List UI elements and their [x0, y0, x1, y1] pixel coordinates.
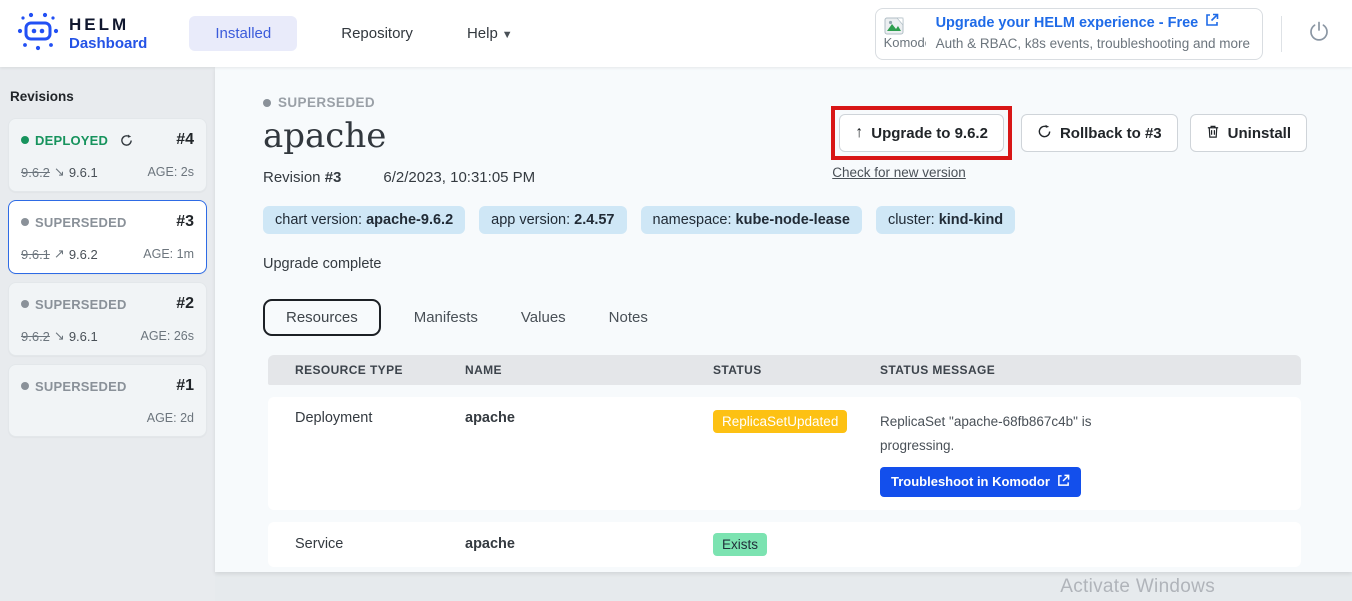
- col-status-message: STATUS MESSAGE: [880, 355, 1301, 385]
- revision-age: AGE: 26s: [141, 329, 195, 343]
- banner-subtitle: Auth & RBAC, k8s events, troubleshooting…: [936, 34, 1250, 54]
- revision-card-3[interactable]: SUPERSEDED #3 9.6.1 ↗ 9.6.2 AGE: 1m: [8, 200, 207, 274]
- revision-number: #4: [176, 131, 194, 149]
- revision-age: AGE: 2d: [147, 411, 194, 425]
- revisions-heading: Revisions: [10, 89, 207, 104]
- resource-name: apache: [465, 536, 713, 552]
- release-actions: ↑ Upgrade to 9.6.2 Check for new version…: [831, 106, 1307, 180]
- status-badge: Exists: [713, 533, 767, 556]
- cluster-badge: cluster: kind-kind: [876, 206, 1015, 234]
- downgrade-arrow-icon: ↘: [54, 328, 65, 344]
- activate-windows-watermark: Activate Windows: [1060, 576, 1215, 598]
- detail-tabs: Resources Manifests Values Notes: [263, 299, 1352, 336]
- status-dot: [21, 136, 29, 144]
- logo-title: HELM: [69, 15, 147, 35]
- revision-card-1[interactable]: SUPERSEDED #1 AGE: 2d: [8, 364, 207, 437]
- komodor-upgrade-banner[interactable]: Komodor Upgrade your HELM experience - F…: [875, 8, 1263, 60]
- resource-type: Service: [295, 536, 465, 552]
- reconfigure-icon: [120, 134, 133, 147]
- power-icon: [1308, 20, 1330, 47]
- revision-number: #3: [176, 213, 194, 231]
- up-arrow-icon: ↑: [855, 124, 863, 142]
- status-message: ReplicaSet "apache-68fb867c4b" is progre…: [880, 410, 1301, 459]
- revision-number: #2: [176, 295, 194, 313]
- rollback-icon: [1037, 124, 1052, 143]
- nav-tab-repository[interactable]: Repository: [331, 16, 423, 51]
- new-version: 9.6.1: [69, 165, 98, 180]
- revision-status: DEPLOYED: [21, 133, 133, 148]
- rollback-button[interactable]: Rollback to #3: [1021, 114, 1178, 152]
- col-resource-type: RESOURCE TYPE: [295, 355, 465, 385]
- revision-card-2[interactable]: SUPERSEDED #2 9.6.2 ↘ 9.6.1 AGE: 26s: [8, 282, 207, 356]
- resource-name: apache: [465, 410, 713, 426]
- app-version-badge: app version: 2.4.57: [479, 206, 626, 234]
- komodor-image-alt: Komodor: [884, 35, 926, 50]
- col-status: STATUS: [713, 355, 880, 385]
- status-dot: [21, 300, 29, 308]
- old-version: 9.6.1: [21, 247, 50, 262]
- status-dot: [21, 382, 29, 390]
- chevron-down-icon: ▼: [502, 29, 513, 41]
- revision-label: Revision #3: [263, 169, 341, 186]
- chart-version-badge: chart version: apache-9.6.2: [263, 206, 465, 234]
- komodor-broken-image: Komodor: [884, 17, 926, 50]
- nav-menu-help[interactable]: Help▼: [457, 16, 523, 51]
- banner-title[interactable]: Upgrade your HELM experience - Free: [936, 13, 1199, 34]
- top-bar: HELM Dashboard Installed Repository Help…: [0, 0, 1352, 67]
- col-name: NAME: [465, 355, 713, 385]
- header-divider: [1281, 16, 1282, 52]
- revisions-sidebar: Revisions DEPLOYED #4 9.6.2 ↘ 9.6.1: [0, 67, 215, 601]
- resource-type: Deployment: [295, 410, 465, 426]
- external-link-icon: [1057, 474, 1070, 490]
- release-badges: chart version: apache-9.6.2 app version:…: [263, 206, 1352, 234]
- revision-status: SUPERSEDED: [21, 379, 127, 394]
- uninstall-button[interactable]: Uninstall: [1190, 114, 1307, 152]
- release-status-text: Upgrade complete: [263, 256, 1352, 272]
- annotation-highlight-box: ↑ Upgrade to 9.6.2: [831, 106, 1012, 160]
- status-dot: [263, 99, 271, 107]
- resources-table: RESOURCE TYPE NAME STATUS STATUS MESSAGE…: [268, 355, 1301, 567]
- namespace-badge: namespace: kube-node-lease: [641, 206, 862, 234]
- trash-icon: [1206, 124, 1220, 143]
- external-link-icon: [1205, 13, 1219, 34]
- helm-robot-icon: [16, 9, 60, 58]
- downgrade-arrow-icon: ↘: [54, 164, 65, 180]
- upgrade-arrow-icon: ↗: [54, 246, 65, 262]
- new-version: 9.6.1: [69, 329, 98, 344]
- table-header: RESOURCE TYPE NAME STATUS STATUS MESSAGE: [268, 355, 1301, 385]
- status-badge: ReplicaSetUpdated: [713, 410, 847, 433]
- helm-dashboard-logo[interactable]: HELM Dashboard: [16, 9, 147, 58]
- tab-values[interactable]: Values: [506, 300, 581, 335]
- main-nav: Installed Repository Help▼: [189, 16, 522, 51]
- revision-card-4[interactable]: DEPLOYED #4 9.6.2 ↘ 9.6.1 AGE: 2s: [8, 118, 207, 192]
- check-new-version-link[interactable]: Check for new version: [832, 165, 1012, 180]
- revision-number: #1: [176, 377, 194, 395]
- tab-notes[interactable]: Notes: [594, 300, 663, 335]
- revision-age: AGE: 2s: [147, 165, 194, 179]
- revision-age: AGE: 1m: [143, 247, 194, 261]
- status-dot: [21, 218, 29, 226]
- nav-tab-installed[interactable]: Installed: [189, 16, 297, 51]
- table-row: Deployment apache ReplicaSetUpdated Repl…: [268, 397, 1301, 510]
- revision-status: SUPERSEDED: [21, 215, 127, 230]
- old-version: 9.6.2: [21, 165, 50, 180]
- old-version: 9.6.2: [21, 329, 50, 344]
- tab-resources[interactable]: Resources: [263, 299, 381, 336]
- upgrade-button[interactable]: ↑ Upgrade to 9.6.2: [839, 114, 1004, 152]
- new-version: 9.6.2: [69, 247, 98, 262]
- table-row: Service apache Exists: [268, 522, 1301, 567]
- main-area: SUPERSEDED apache Revision #3 6/2/2023, …: [215, 67, 1352, 601]
- shutdown-button[interactable]: [1300, 16, 1338, 51]
- revision-date: 6/2/2023, 10:31:05 PM: [383, 169, 535, 186]
- tab-manifests[interactable]: Manifests: [399, 300, 493, 335]
- revision-status: SUPERSEDED: [21, 297, 127, 312]
- logo-subtitle: Dashboard: [69, 35, 147, 52]
- release-detail-panel: SUPERSEDED apache Revision #3 6/2/2023, …: [215, 67, 1352, 572]
- troubleshoot-button[interactable]: Troubleshoot in Komodor: [880, 467, 1081, 497]
